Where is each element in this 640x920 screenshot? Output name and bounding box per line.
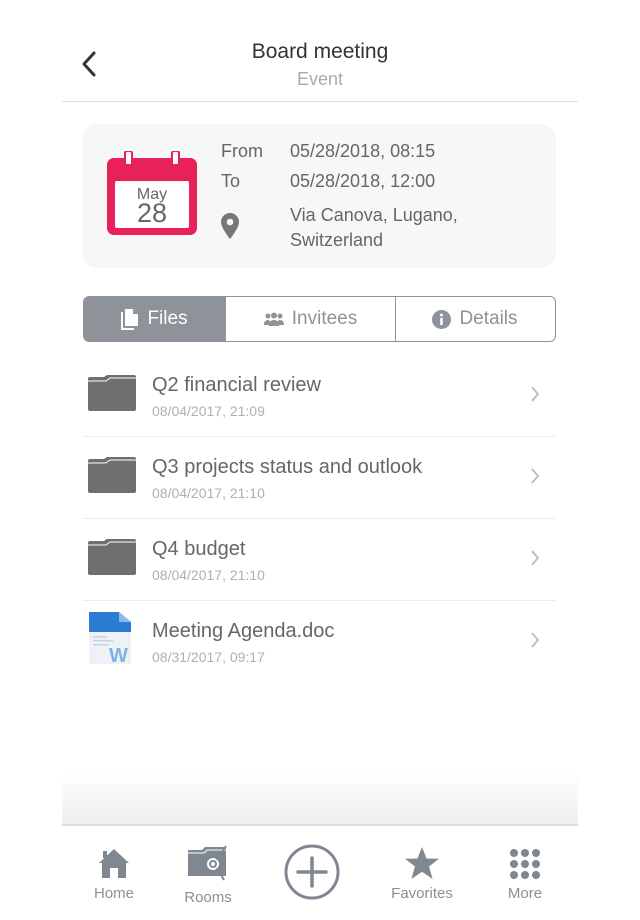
- to-value: 05/28/2018, 12:00: [290, 171, 436, 191]
- chevron-right-icon: [531, 632, 540, 648]
- file-name: Q4 budget: [152, 538, 246, 560]
- location-line-2[interactable]: Switzerland: [290, 230, 383, 251]
- chevron-right-icon: [531, 550, 540, 566]
- file-row[interactable]: W Meeting Agenda.doc 08/31/2017, 09:17: [83, 601, 556, 681]
- nav-header: Board meeting Event: [62, 0, 578, 102]
- tab-details-label: Details: [459, 308, 518, 329]
- folder-icon: [88, 457, 136, 493]
- folder-icon: [88, 539, 136, 575]
- chevron-right-icon: [531, 386, 540, 402]
- tabbar-home[interactable]: Home: [84, 846, 144, 902]
- tabbar-home-label: Home: [93, 885, 134, 902]
- svg-text:W: W: [109, 645, 128, 664]
- tabbar-more-label: More: [507, 885, 543, 902]
- home-icon: [99, 849, 129, 878]
- calendar-day: 28: [136, 198, 168, 228]
- tabbar-more[interactable]: More: [499, 848, 551, 902]
- tab-invitees[interactable]: Invitees: [225, 297, 395, 341]
- info-icon: [432, 309, 452, 329]
- files-icon: [121, 309, 139, 330]
- file-date: 08/04/2017, 21:09: [152, 403, 265, 419]
- file-name: Q3 projects status and outlook: [152, 456, 423, 478]
- file-date: 08/04/2017, 21:10: [152, 567, 265, 583]
- tabbar-favorites[interactable]: Favorites: [384, 846, 460, 902]
- grid-dots-icon: [510, 849, 540, 879]
- tabbar-favorites-label: Favorites: [391, 885, 453, 902]
- file-date: 08/04/2017, 21:10: [152, 485, 265, 501]
- tab-files-label: Files: [147, 308, 188, 329]
- plus-circle-icon: [284, 844, 340, 900]
- tabbar-rooms[interactable]: Rooms: [176, 844, 240, 906]
- file-date: 08/31/2017, 09:17: [152, 649, 265, 665]
- page-title: Board meeting: [251, 40, 389, 63]
- people-icon: [263, 312, 284, 326]
- tab-details[interactable]: Details: [395, 297, 554, 341]
- tab-files[interactable]: Files: [84, 297, 225, 341]
- word-document-icon: W: [89, 612, 131, 664]
- event-summary-card: May 28 From 05/28/2018, 08:15 To 05/28/2…: [83, 124, 556, 268]
- location-pin-icon: [221, 213, 239, 239]
- file-row[interactable]: Q3 projects status and outlook 08/04/201…: [83, 437, 556, 519]
- to-label: To: [221, 171, 241, 191]
- location-line-1[interactable]: Via Canova, Lugano,: [290, 205, 458, 226]
- scroll-fade: [62, 772, 578, 824]
- file-row[interactable]: Q4 budget 08/04/2017, 21:10: [83, 519, 556, 601]
- from-label: From: [221, 141, 263, 161]
- tab-invitees-label: Invitees: [291, 308, 358, 329]
- add-button[interactable]: [283, 843, 341, 906]
- calendar-icon: May 28: [107, 150, 197, 235]
- file-row[interactable]: Q2 financial review 08/04/2017, 21:09: [83, 355, 556, 437]
- star-icon: [405, 847, 439, 879]
- from-value: 05/28/2018, 08:15: [290, 141, 436, 161]
- file-name: Q2 financial review: [152, 374, 321, 396]
- file-name: Meeting Agenda.doc: [152, 620, 335, 642]
- rooms-vault-icon: [188, 845, 227, 881]
- segmented-tabs: Files Invitees Details: [83, 296, 556, 342]
- page-subtitle: Event: [296, 69, 344, 89]
- tabbar-rooms-label: Rooms: [184, 889, 232, 906]
- bottom-tab-bar: Home Rooms Favorites More: [62, 824, 578, 920]
- file-list: Q2 financial review 08/04/2017, 21:09 Q3…: [83, 355, 556, 681]
- chevron-right-icon: [531, 468, 540, 484]
- folder-icon: [88, 375, 136, 411]
